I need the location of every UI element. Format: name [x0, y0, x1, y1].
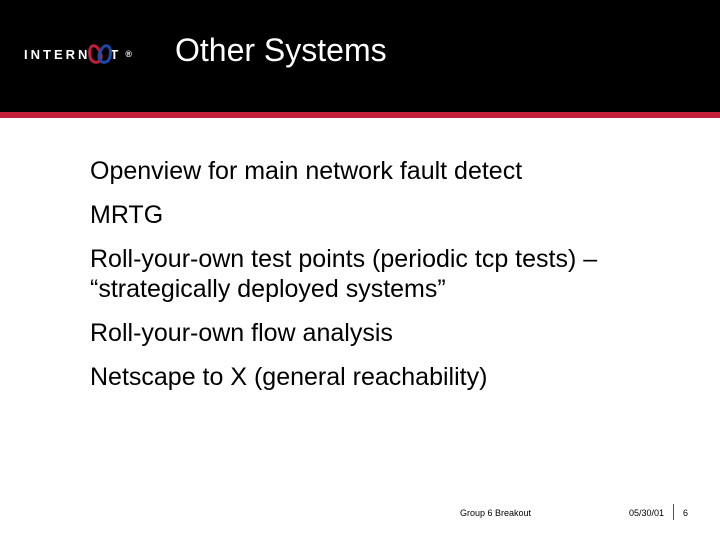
footer-page-number: 6: [683, 508, 688, 518]
slide-body: Openview for main network fault detect M…: [0, 118, 720, 392]
slide-footer: Group 6 Breakout 05/30/01 6: [0, 508, 720, 528]
internet2-logo: INTERN T ®: [24, 42, 135, 66]
footer-label: Group 6 Breakout: [460, 508, 531, 518]
bullet-item: Roll-your-own test points (periodic tcp …: [90, 244, 630, 304]
logo-loop-icon: [88, 42, 112, 66]
bullet-item: Roll-your-own flow analysis: [90, 318, 630, 348]
slide-title: Other Systems: [175, 32, 387, 69]
footer-divider: [673, 504, 674, 520]
logo-prefix: INTERN: [24, 47, 90, 62]
bullet-item: MRTG: [90, 200, 630, 230]
bullet-item: Openview for main network fault detect: [90, 156, 630, 186]
registered-mark: ®: [125, 49, 135, 59]
bullet-item: Netscape to X (general reachability): [90, 362, 630, 392]
footer-date: 05/30/01: [629, 508, 664, 518]
slide-header: INTERN T ® Other Systems: [0, 0, 720, 112]
logo-text: INTERN T ®: [24, 42, 135, 66]
